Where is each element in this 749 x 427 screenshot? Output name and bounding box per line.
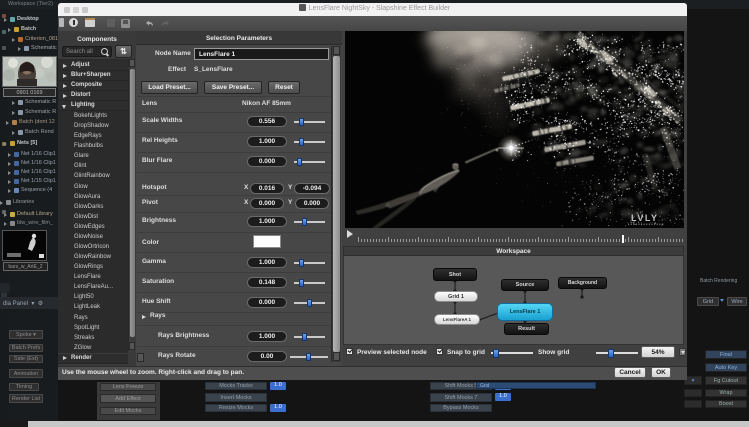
svg-text:LVLY: LVLY [631, 213, 659, 223]
